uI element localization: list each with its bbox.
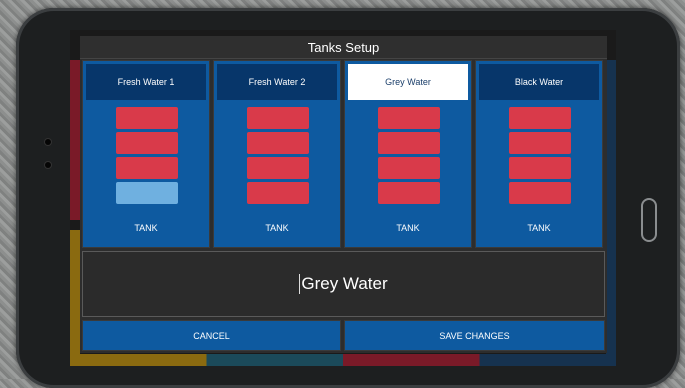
level-segment — [116, 132, 178, 154]
level-segment — [116, 182, 178, 204]
level-segment — [509, 157, 571, 179]
level-segment — [509, 107, 571, 129]
level-segment — [378, 132, 440, 154]
level-segment — [378, 157, 440, 179]
tank-name-value: Grey Water — [301, 274, 388, 293]
level-segment — [247, 107, 309, 129]
text-caret — [299, 274, 301, 294]
level-segment — [378, 107, 440, 129]
tank-card-fresh-water-2[interactable]: Fresh Water 2 TANK — [213, 60, 341, 248]
tank-type-label: TANK — [396, 223, 420, 233]
background-tile — [70, 230, 80, 360]
tank-type-label: TANK — [265, 223, 289, 233]
dialog-title: Tanks Setup — [80, 36, 607, 59]
tank-name: Black Water — [479, 64, 599, 100]
cancel-button[interactable]: CANCEL — [82, 320, 341, 351]
home-button[interactable] — [641, 198, 657, 242]
tank-name: Grey Water — [348, 64, 468, 100]
tank-card-fresh-water-1[interactable]: Fresh Water 1 TANK — [82, 60, 210, 248]
level-segment — [509, 182, 571, 204]
level-segment — [247, 182, 309, 204]
tank-card-grey-water[interactable]: Grey Water TANK — [344, 60, 472, 248]
background-tile — [606, 60, 616, 360]
camera-dot — [45, 162, 51, 168]
sensor-dot — [45, 139, 51, 145]
tank-card-black-water[interactable]: Black Water TANK — [475, 60, 603, 248]
level-segment — [247, 132, 309, 154]
background-tile — [70, 60, 80, 220]
tank-name: Fresh Water 1 — [86, 64, 206, 100]
tank-type-label: TANK — [134, 223, 158, 233]
save-changes-button[interactable]: SAVE CHANGES — [344, 320, 605, 351]
tank-list: Fresh Water 1 TANK Fresh Water 2 TANK Gr… — [82, 60, 607, 250]
tanks-setup-dialog: Tanks Setup Fresh Water 1 TANK Fresh Wat… — [80, 36, 607, 353]
tank-name: Fresh Water 2 — [217, 64, 337, 100]
level-segment — [116, 157, 178, 179]
level-segment — [116, 107, 178, 129]
tank-type-label: TANK — [527, 223, 551, 233]
level-segment — [247, 157, 309, 179]
level-segment — [378, 182, 440, 204]
level-segment — [509, 132, 571, 154]
background-tile — [70, 354, 616, 366]
tank-name-input[interactable]: Grey Water — [82, 251, 605, 317]
